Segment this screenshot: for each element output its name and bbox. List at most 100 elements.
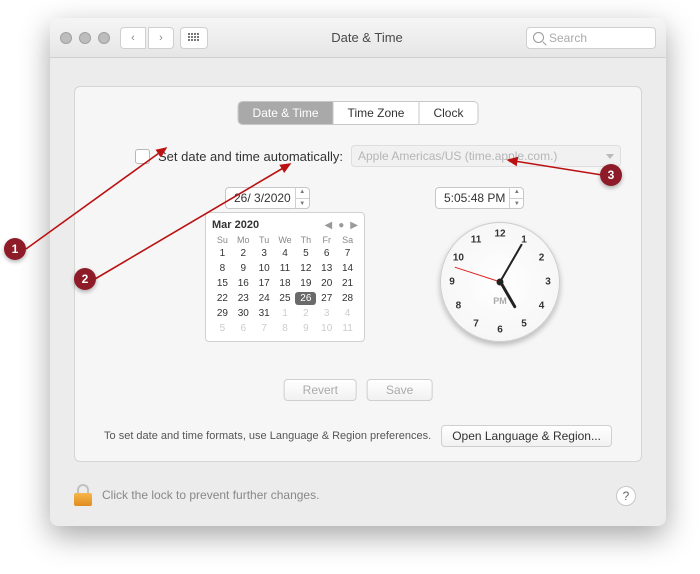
calendar-day[interactable]: 8 bbox=[275, 322, 296, 335]
calendar-day[interactable]: 3 bbox=[316, 307, 337, 320]
calendar-day[interactable]: 28 bbox=[337, 292, 358, 305]
calendar-day[interactable]: 7 bbox=[337, 247, 358, 260]
calendar-day[interactable]: 16 bbox=[233, 277, 254, 290]
minimize-window-button[interactable] bbox=[79, 32, 91, 44]
calendar-day[interactable]: 13 bbox=[316, 262, 337, 275]
clock-number: 5 bbox=[521, 318, 527, 329]
calendar-day[interactable]: 18 bbox=[275, 277, 296, 290]
save-button[interactable]: Save bbox=[367, 379, 432, 401]
calendar-prev-icon[interactable]: ◀ bbox=[325, 220, 333, 231]
tab-time-zone[interactable]: Time Zone bbox=[334, 102, 420, 124]
calendar-day[interactable]: 25 bbox=[275, 292, 296, 305]
calendar-day[interactable]: 26 bbox=[295, 292, 316, 305]
calendar-day[interactable]: 2 bbox=[295, 307, 316, 320]
calendar-day[interactable]: 8 bbox=[212, 262, 233, 275]
nav-buttons: ‹ › bbox=[120, 27, 174, 49]
calendar-day[interactable]: 2 bbox=[233, 247, 254, 260]
revert-button[interactable]: Revert bbox=[284, 379, 357, 401]
calendar-day[interactable]: 20 bbox=[316, 277, 337, 290]
calendar-day[interactable]: 17 bbox=[254, 277, 275, 290]
calendar[interactable]: Mar 2020 ◀ ● ▶ SuMoTuWeThFrSa12345678910… bbox=[205, 212, 365, 342]
calendar-nav: ◀ ● ▶ bbox=[325, 220, 358, 231]
calendar-day-header: Mo bbox=[233, 235, 254, 245]
back-button[interactable]: ‹ bbox=[120, 27, 146, 49]
date-stepper[interactable]: ▲▼ bbox=[295, 187, 309, 209]
auto-set-row: Set date and time automatically: Apple A… bbox=[135, 145, 621, 167]
date-input[interactable]: 26/ 3/2020 ▲▼ bbox=[225, 187, 310, 209]
calendar-day[interactable]: 5 bbox=[295, 247, 316, 260]
show-all-button[interactable] bbox=[180, 27, 208, 49]
lock-text: Click the lock to prevent further change… bbox=[102, 488, 319, 502]
calendar-day[interactable]: 6 bbox=[233, 322, 254, 335]
window-title: Date & Time bbox=[208, 30, 526, 45]
calendar-day[interactable]: 21 bbox=[337, 277, 358, 290]
calendar-day[interactable]: 4 bbox=[275, 247, 296, 260]
clock-number: 9 bbox=[449, 277, 455, 288]
close-window-button[interactable] bbox=[60, 32, 72, 44]
calendar-day[interactable]: 14 bbox=[337, 262, 358, 275]
clock-pin bbox=[497, 279, 504, 286]
calendar-day[interactable]: 1 bbox=[212, 247, 233, 260]
time-server-dropdown[interactable]: Apple Americas/US (time.apple.com.) bbox=[351, 145, 621, 167]
calendar-header: Mar 2020 ◀ ● ▶ bbox=[212, 219, 358, 231]
zoom-window-button[interactable] bbox=[98, 32, 110, 44]
calendar-day[interactable]: 6 bbox=[316, 247, 337, 260]
calendar-month-label: Mar 2020 bbox=[212, 219, 259, 231]
calendar-day[interactable]: 12 bbox=[295, 262, 316, 275]
calendar-day[interactable]: 22 bbox=[212, 292, 233, 305]
panel-footer: To set date and time formats, use Langua… bbox=[75, 425, 641, 447]
clock-ampm: PM bbox=[493, 296, 507, 306]
content-panel: Date & Time Time Zone Clock Set date and… bbox=[74, 86, 642, 462]
open-language-region-button[interactable]: Open Language & Region... bbox=[441, 425, 612, 447]
calendar-day[interactable]: 10 bbox=[316, 322, 337, 335]
calendar-day[interactable]: 30 bbox=[233, 307, 254, 320]
calendar-day[interactable]: 5 bbox=[212, 322, 233, 335]
search-icon bbox=[533, 32, 544, 43]
calendar-day[interactable]: 3 bbox=[254, 247, 275, 260]
search-placeholder: Search bbox=[549, 31, 587, 45]
calendar-day[interactable]: 4 bbox=[337, 307, 358, 320]
button-row: Revert Save bbox=[284, 379, 433, 401]
analog-clock[interactable]: 121234567891011 PM bbox=[440, 222, 560, 342]
clock-number: 11 bbox=[471, 235, 482, 246]
clock-number: 3 bbox=[545, 277, 551, 288]
time-stepper[interactable]: ▲▼ bbox=[509, 187, 523, 209]
time-input[interactable]: 5:05:48 PM ▲▼ bbox=[435, 187, 524, 209]
calendar-next-icon[interactable]: ▶ bbox=[350, 220, 358, 231]
calendar-day[interactable]: 29 bbox=[212, 307, 233, 320]
calendar-day-header: Tu bbox=[254, 235, 275, 245]
forward-button[interactable]: › bbox=[148, 27, 174, 49]
preferences-window: ‹ › Date & Time Search Date & Time Time … bbox=[50, 18, 666, 526]
calendar-grid: SuMoTuWeThFrSa12345678910111213141516171… bbox=[212, 235, 358, 335]
auto-set-checkbox[interactable] bbox=[135, 149, 150, 164]
calendar-day[interactable]: 11 bbox=[337, 322, 358, 335]
clock-number: 6 bbox=[497, 325, 503, 336]
calendar-day[interactable]: 23 bbox=[233, 292, 254, 305]
clock-number: 8 bbox=[456, 301, 462, 312]
date-value: 26/ 3/2020 bbox=[226, 191, 295, 205]
calendar-day[interactable]: 31 bbox=[254, 307, 275, 320]
calendar-day-header: We bbox=[275, 235, 296, 245]
clock-number: 2 bbox=[539, 253, 545, 264]
calendar-day[interactable]: 11 bbox=[275, 262, 296, 275]
calendar-day[interactable]: 9 bbox=[233, 262, 254, 275]
traffic-lights bbox=[60, 32, 110, 44]
calendar-today-icon[interactable]: ● bbox=[338, 220, 344, 231]
search-field[interactable]: Search bbox=[526, 27, 656, 49]
calendar-day[interactable]: 19 bbox=[295, 277, 316, 290]
help-button[interactable]: ? bbox=[616, 486, 636, 506]
lock-button[interactable] bbox=[74, 484, 92, 506]
calendar-day[interactable]: 15 bbox=[212, 277, 233, 290]
calendar-day[interactable]: 24 bbox=[254, 292, 275, 305]
calendar-day[interactable]: 10 bbox=[254, 262, 275, 275]
lock-body-icon bbox=[74, 493, 92, 506]
calendar-day[interactable]: 9 bbox=[295, 322, 316, 335]
calendar-day[interactable]: 27 bbox=[316, 292, 337, 305]
calendar-day[interactable]: 1 bbox=[275, 307, 296, 320]
calendar-day-header: Fr bbox=[316, 235, 337, 245]
calendar-day-header: Sa bbox=[337, 235, 358, 245]
tab-date-time[interactable]: Date & Time bbox=[239, 102, 334, 124]
annotation-2: 2 bbox=[74, 268, 96, 290]
calendar-day[interactable]: 7 bbox=[254, 322, 275, 335]
tab-clock[interactable]: Clock bbox=[419, 102, 477, 124]
